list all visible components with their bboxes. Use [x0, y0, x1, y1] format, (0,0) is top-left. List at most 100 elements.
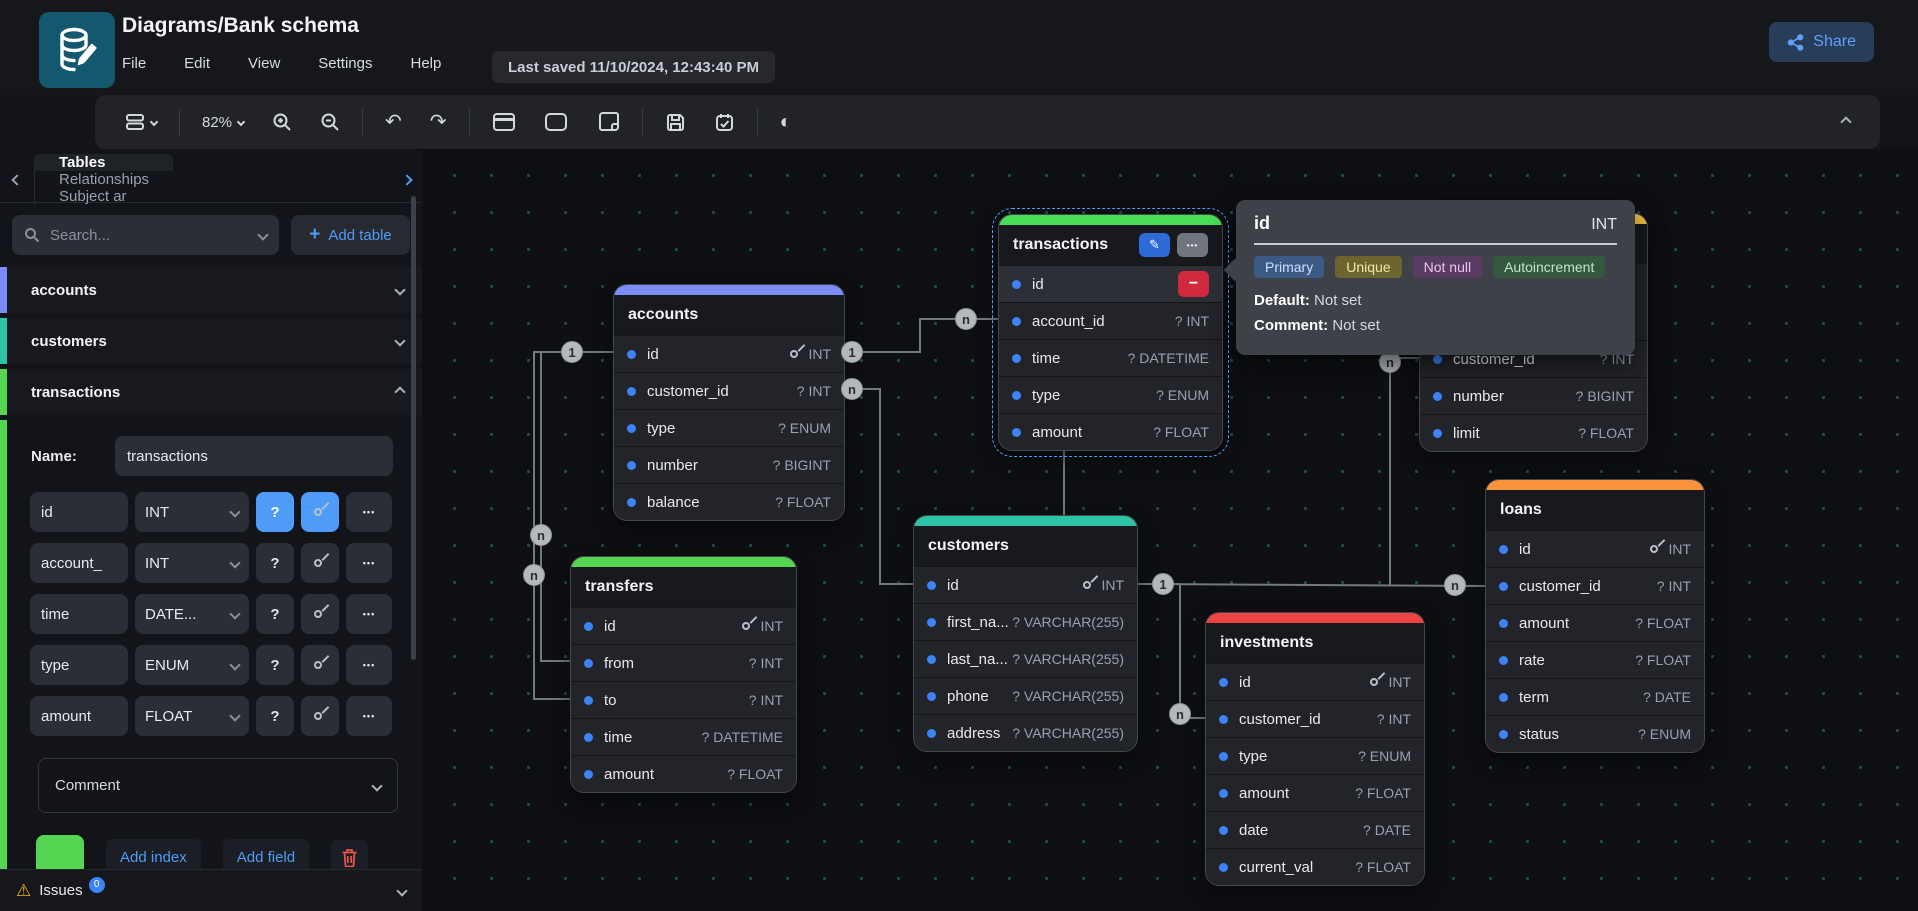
field-name-input[interactable]	[30, 696, 128, 736]
table-field-row[interactable]: amount ? FLOAT	[999, 413, 1222, 450]
redo-button[interactable]: ↷	[424, 108, 453, 136]
table-field-row[interactable]: id INT	[571, 607, 796, 644]
field-type-select[interactable]: INT	[135, 543, 249, 583]
sidebar-tab[interactable]: Relationships	[34, 171, 173, 188]
field-more-button[interactable]: •••	[346, 594, 392, 634]
canvas-table[interactable]: investments id INT	[1205, 612, 1425, 886]
table-field-row[interactable]: number ? BIGINT	[614, 446, 844, 483]
table-field-row[interactable]: id INT	[914, 566, 1137, 603]
search-box[interactable]	[12, 215, 279, 255]
tabs-scroll-right[interactable]	[392, 176, 422, 184]
table-field-row[interactable]: number ? BIGINT	[1420, 377, 1647, 414]
share-button[interactable]: Share	[1769, 22, 1874, 62]
field-type-select[interactable]: DATE...	[135, 594, 249, 634]
table-field-row[interactable]: date ? DATE	[1206, 811, 1424, 848]
menu-item[interactable]: View	[248, 55, 280, 72]
table-field-row[interactable]: type ? ENUM	[1206, 737, 1424, 774]
table-field-row[interactable]: time ? DATETIME	[999, 339, 1222, 376]
table-field-row[interactable]: id INT	[1486, 530, 1704, 567]
canvas-table[interactable]: transfers id INT	[570, 556, 797, 793]
table-field-row[interactable]: account_id ? INT	[999, 302, 1222, 339]
field-nullable-button[interactable]: ?	[256, 594, 294, 634]
field-primary-key-button[interactable]	[301, 543, 339, 583]
field-nullable-button[interactable]: ?	[256, 492, 294, 532]
table-more-button[interactable]: •••	[1177, 233, 1208, 257]
table-field-row[interactable]: time ? DATETIME	[571, 718, 796, 755]
field-name-input[interactable]	[30, 543, 128, 583]
table-header[interactable]: transfers	[571, 567, 796, 607]
canvas-table[interactable]: transactions ✎ ••• id −	[998, 214, 1223, 451]
comment-section[interactable]: Comment	[38, 758, 398, 813]
table-accordion-row[interactable]: transactions	[0, 369, 422, 415]
field-more-button[interactable]: •••	[346, 543, 392, 583]
field-more-button[interactable]: •••	[346, 645, 392, 685]
add-note-tool-button[interactable]	[590, 107, 626, 137]
table-header[interactable]: loans	[1486, 490, 1704, 530]
table-header[interactable]: customers	[914, 526, 1137, 566]
table-field-row[interactable]: type ? ENUM	[614, 409, 844, 446]
menu-item[interactable]: File	[122, 55, 146, 72]
issues-bar[interactable]: ⚠ Issues 0	[0, 869, 422, 911]
field-more-button[interactable]: •••	[346, 492, 392, 532]
table-name-input[interactable]	[115, 436, 393, 476]
sidebar-tab[interactable]: Tables	[34, 154, 173, 171]
table-field-row[interactable]: amount ? FLOAT	[571, 755, 796, 792]
table-field-row[interactable]: current_val ? FLOAT	[1206, 848, 1424, 885]
table-field-row[interactable]: customer_id ? INT	[614, 372, 844, 409]
chevron-down-icon[interactable]	[257, 229, 268, 240]
sidebar-scrollbar[interactable]	[411, 196, 416, 660]
table-field-row[interactable]: amount ? FLOAT	[1486, 604, 1704, 641]
collapse-toolbar-button[interactable]	[1836, 114, 1856, 130]
field-primary-key-button[interactable]	[301, 645, 339, 685]
table-header[interactable]: investments	[1206, 623, 1424, 663]
field-name-input[interactable]	[30, 594, 128, 634]
menu-item[interactable]: Help	[410, 55, 441, 72]
field-type-select[interactable]: INT	[135, 492, 249, 532]
field-more-button[interactable]: •••	[346, 696, 392, 736]
field-name-input[interactable]	[30, 492, 128, 532]
table-field-row[interactable]: customer_id ? INT	[1206, 700, 1424, 737]
zoom-level-dropdown[interactable]: 82%	[196, 110, 250, 135]
table-field-row[interactable]: limit ? FLOAT	[1420, 414, 1647, 451]
table-field-row[interactable]: amount ? FLOAT	[1206, 774, 1424, 811]
table-field-row[interactable]: phone ? VARCHAR(255)	[914, 677, 1137, 714]
field-primary-key-button[interactable]	[301, 492, 339, 532]
field-primary-key-button[interactable]	[301, 696, 339, 736]
delete-field-button[interactable]: −	[1178, 271, 1209, 297]
table-field-row[interactable]: from ? INT	[571, 644, 796, 681]
table-accordion-row[interactable]: accounts	[0, 267, 422, 313]
menu-item[interactable]: Edit	[184, 55, 210, 72]
add-table-button[interactable]: + Add table	[291, 215, 410, 255]
table-field-row[interactable]: to ? INT	[571, 681, 796, 718]
save-button[interactable]	[659, 108, 692, 137]
field-name-input[interactable]	[30, 645, 128, 685]
todo-button[interactable]	[708, 108, 741, 137]
zoom-out-button[interactable]	[314, 108, 346, 136]
edit-table-button[interactable]: ✎	[1139, 233, 1170, 257]
table-field-row[interactable]: last_na... ? VARCHAR(255)	[914, 640, 1137, 677]
menu-item[interactable]: Settings	[318, 55, 372, 72]
table-accordion-row[interactable]: customers	[0, 318, 422, 364]
undo-button[interactable]: ↶	[379, 108, 408, 136]
diagram-layout-button[interactable]	[119, 109, 163, 135]
field-type-select[interactable]: FLOAT	[135, 696, 249, 736]
tabs-scroll-left[interactable]	[0, 176, 34, 184]
sidebar-tab[interactable]: Subject ar	[34, 188, 173, 205]
field-type-select[interactable]: ENUM	[135, 645, 249, 685]
table-field-row[interactable]: customer_id ? INT	[1486, 567, 1704, 604]
table-field-row[interactable]: balance ? FLOAT	[614, 483, 844, 520]
field-nullable-button[interactable]: ?	[256, 645, 294, 685]
table-field-row[interactable]: status ? ENUM	[1486, 715, 1704, 752]
field-nullable-button[interactable]: ?	[256, 696, 294, 736]
theme-toggle-button[interactable]: ◐	[774, 108, 798, 136]
search-input[interactable]	[50, 227, 249, 244]
table-header[interactable]: accounts	[614, 295, 844, 335]
diagram-canvas[interactable]: customer_id ? INT number ? BIGINT	[422, 149, 1918, 911]
add-table-tool-button[interactable]	[486, 107, 522, 137]
canvas-table[interactable]: accounts id INT	[613, 284, 845, 521]
zoom-in-button[interactable]	[266, 108, 298, 136]
table-field-row[interactable]: id INT	[614, 335, 844, 372]
table-field-row[interactable]: id INT	[1206, 663, 1424, 700]
table-field-row[interactable]: term ? DATE	[1486, 678, 1704, 715]
table-field-row[interactable]: rate ? FLOAT	[1486, 641, 1704, 678]
